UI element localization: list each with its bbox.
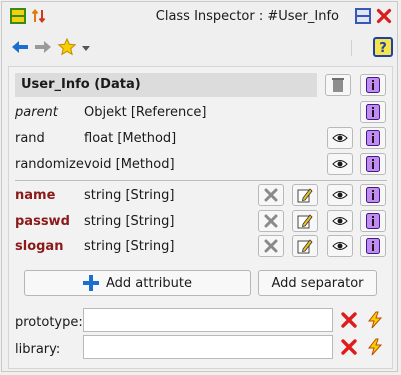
delete-x-icon[interactable] — [258, 235, 284, 257]
info-icon[interactable] — [360, 74, 386, 96]
trash-icon[interactable] — [325, 74, 351, 96]
attr-label-passwd: passwd — [15, 214, 70, 229]
class-inspector-window: Class Inspector : #User_Info ? User_Info… — [1, 1, 398, 372]
attr-label-slogan: slogan — [15, 239, 64, 254]
clear-red-x-icon[interactable] — [340, 338, 358, 356]
info-icon[interactable] — [360, 235, 386, 257]
eye-icon[interactable] — [327, 184, 353, 206]
library-label: library: — [15, 342, 61, 357]
maximize-icon[interactable] — [355, 8, 371, 24]
edit-icon[interactable] — [292, 210, 318, 232]
close-icon[interactable] — [376, 8, 392, 24]
row-type-rand: float [Method] — [84, 131, 177, 146]
forward-arrow-icon[interactable] — [33, 38, 53, 60]
info-icon[interactable] — [360, 184, 386, 206]
attr-type-name: string [String] — [84, 188, 175, 203]
row-label-rand: rand — [15, 131, 45, 146]
plus-icon — [82, 275, 99, 291]
layout-icon[interactable] — [10, 8, 26, 24]
toolbar-divider — [351, 40, 352, 56]
attr-type-passwd: string [String] — [84, 214, 175, 229]
add-attribute-label: Add attribute — [105, 275, 192, 291]
eye-icon[interactable] — [327, 153, 353, 175]
sort-icon[interactable] — [31, 8, 47, 24]
lightning-icon[interactable] — [366, 311, 384, 329]
library-field[interactable] — [83, 335, 333, 359]
info-icon[interactable] — [360, 101, 386, 123]
prototype-label: prototype: — [15, 315, 83, 330]
eye-icon[interactable] — [327, 235, 353, 257]
eye-icon[interactable] — [327, 127, 353, 149]
help-icon[interactable]: ? — [373, 37, 393, 61]
info-icon[interactable] — [360, 153, 386, 175]
dropdown-icon[interactable] — [81, 42, 91, 57]
attr-label-name: name — [15, 188, 56, 203]
prototype-field[interactable] — [83, 308, 333, 332]
row-label-parent: parent — [15, 105, 58, 120]
toolbar: ? — [2, 36, 399, 60]
add-separator-label: Add separator — [271, 275, 364, 291]
class-name: User_Info (Data) — [21, 77, 141, 92]
star-icon[interactable] — [57, 37, 77, 60]
eye-icon[interactable] — [327, 210, 353, 232]
title-bar: Class Inspector : #User_Info — [2, 2, 399, 32]
add-separator-button[interactable]: Add separator — [258, 270, 377, 296]
add-attribute-button[interactable]: Add attribute — [24, 270, 251, 296]
edit-icon[interactable] — [292, 235, 318, 257]
row-label-randomize: randomize — [15, 157, 84, 172]
inspector-panel: User_Info (Data) parent Objekt [Referenc… — [8, 66, 393, 369]
info-icon[interactable] — [360, 127, 386, 149]
attr-type-slogan: string [String] — [84, 239, 175, 254]
edit-icon[interactable] — [292, 184, 318, 206]
back-arrow-icon[interactable] — [10, 38, 30, 60]
info-icon[interactable] — [360, 210, 386, 232]
delete-x-icon[interactable] — [258, 184, 284, 206]
row-type-randomize: void [Method] — [84, 157, 175, 172]
lightning-icon[interactable] — [366, 338, 384, 356]
row-type-parent: Objekt [Reference] — [84, 105, 207, 120]
window-title: Class Inspector : #User_Info — [155, 9, 339, 24]
clear-red-x-icon[interactable] — [340, 311, 358, 329]
svg-text:?: ? — [379, 41, 387, 56]
separator-line — [15, 180, 387, 181]
delete-x-icon[interactable] — [258, 210, 284, 232]
class-header: User_Info (Data) — [15, 73, 317, 97]
